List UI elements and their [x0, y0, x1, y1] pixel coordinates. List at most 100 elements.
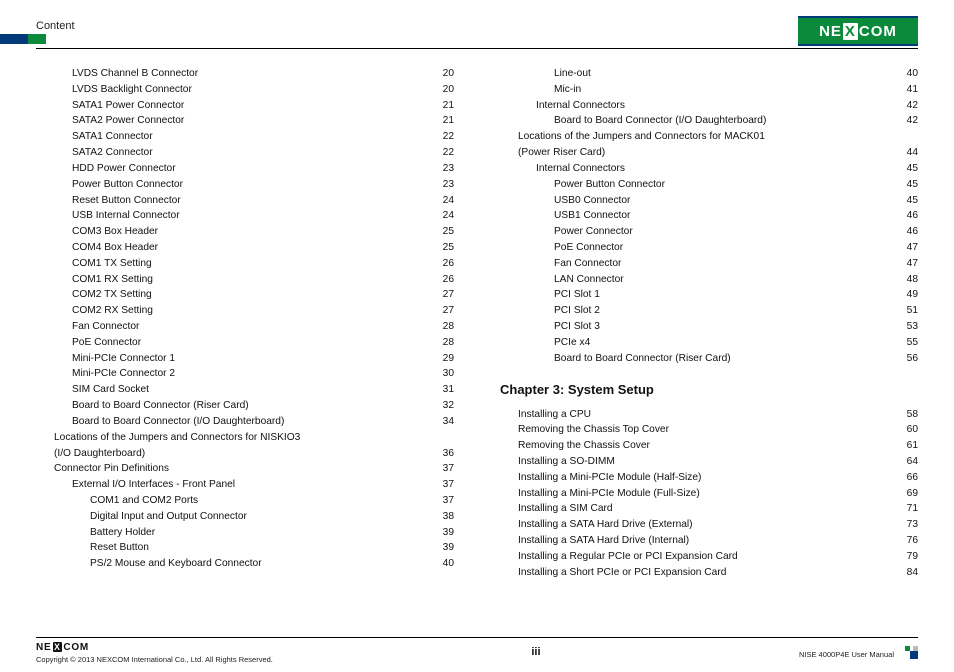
toc-page-number: 45 — [907, 193, 918, 209]
toc-row[interactable]: Power Connector46 — [500, 224, 918, 240]
toc-row[interactable]: (Power Riser Card)44 — [500, 145, 918, 161]
toc-page-number: 22 — [443, 145, 454, 161]
toc-row[interactable]: Board to Board Connector (Riser Card)32 — [36, 398, 454, 414]
toc-row[interactable]: Power Button Connector45 — [500, 177, 918, 193]
toc-row[interactable]: Locations of the Jumpers and Connectors … — [500, 129, 918, 145]
toc-page-number: 46 — [907, 208, 918, 224]
toc-row[interactable]: Board to Board Connector (I/O Daughterbo… — [500, 113, 918, 129]
toc-label: Installing a SATA Hard Drive (Internal) — [518, 533, 689, 549]
footer-copyright: Copyright © 2013 NEXCOM International Co… — [36, 655, 273, 664]
toc-row[interactable]: Installing a Regular PCIe or PCI Expansi… — [500, 549, 918, 565]
toc-row[interactable]: COM1 RX Setting26 — [36, 272, 454, 288]
toc-column-right: Line-out40Mic-in41Internal Connectors42B… — [500, 66, 918, 628]
toc-row[interactable]: Installing a SATA Hard Drive (External)7… — [500, 517, 918, 533]
toc-page-number: 49 — [907, 287, 918, 303]
toc-row[interactable]: Mini-PCIe Connector 230 — [36, 366, 454, 382]
toc-row[interactable]: Installing a Mini-PCIe Module (Half-Size… — [500, 470, 918, 486]
toc-page-number: 61 — [907, 438, 918, 454]
toc-row[interactable]: SATA1 Power Connector21 — [36, 98, 454, 114]
toc-page-number: 45 — [907, 161, 918, 177]
toc-label: Line-out — [554, 66, 591, 82]
toc-row[interactable]: PCIe x455 — [500, 335, 918, 351]
toc-row[interactable]: LVDS Channel B Connector20 — [36, 66, 454, 82]
toc-row[interactable]: LVDS Backlight Connector20 — [36, 82, 454, 98]
toc-label: Mic-in — [554, 82, 581, 98]
toc-row[interactable]: Installing a SO-DIMM64 — [500, 454, 918, 470]
toc-row[interactable]: Board to Board Connector (Riser Card)56 — [500, 351, 918, 367]
toc-label: Removing the Chassis Top Cover — [518, 422, 669, 438]
toc-row[interactable]: Reset Button39 — [36, 540, 454, 556]
toc-label: Connector Pin Definitions — [54, 461, 169, 477]
footer-corner-icon — [900, 645, 918, 659]
toc-page-number: 42 — [907, 98, 918, 114]
toc-label: SATA1 Power Connector — [72, 98, 184, 114]
toc-page-number: 36 — [443, 446, 454, 462]
toc-row[interactable]: Fan Connector28 — [36, 319, 454, 335]
toc-row[interactable]: COM2 TX Setting27 — [36, 287, 454, 303]
toc-label: PS/2 Mouse and Keyboard Connector — [90, 556, 262, 572]
toc-row[interactable]: SATA1 Connector22 — [36, 129, 454, 145]
toc-row[interactable]: LAN Connector48 — [500, 272, 918, 288]
toc-page-number: 55 — [907, 335, 918, 351]
toc-row[interactable]: Mini-PCIe Connector 129 — [36, 351, 454, 367]
toc-row[interactable]: Installing a Short PCIe or PCI Expansion… — [500, 565, 918, 581]
toc-label: COM3 Box Header — [72, 224, 158, 240]
footer-doc-title: NISE 4000P4E User Manual — [799, 650, 894, 659]
toc-row[interactable]: COM1 TX Setting26 — [36, 256, 454, 272]
logo-accent-top — [798, 16, 918, 18]
toc-row[interactable]: Locations of the Jumpers and Connectors … — [36, 430, 454, 446]
toc-row[interactable]: Digital Input and Output Connector38 — [36, 509, 454, 525]
toc-page-number: 31 — [443, 382, 454, 398]
toc-row[interactable]: COM3 Box Header 25 — [36, 224, 454, 240]
toc-row[interactable]: External I/O Interfaces - Front Panel37 — [36, 477, 454, 493]
toc-row[interactable]: SATA2 Power Connector21 — [36, 113, 454, 129]
toc-row[interactable]: PS/2 Mouse and Keyboard Connector40 — [36, 556, 454, 572]
toc-row[interactable]: HDD Power Connector23 — [36, 161, 454, 177]
toc-row[interactable]: PCI Slot 251 — [500, 303, 918, 319]
toc-label: PCI Slot 3 — [554, 319, 600, 335]
toc-row[interactable]: Reset Button Connector24 — [36, 193, 454, 209]
toc-row[interactable]: USB0 Connector45 — [500, 193, 918, 209]
toc-row[interactable]: PCI Slot 353 — [500, 319, 918, 335]
toc-row[interactable]: Internal Connectors 42 — [500, 98, 918, 114]
toc-row[interactable]: COM4 Box Header25 — [36, 240, 454, 256]
toc-label: External I/O Interfaces - Front Panel — [72, 477, 235, 493]
toc-row[interactable]: Installing a SIM Card71 — [500, 501, 918, 517]
toc-row[interactable]: Fan Connector47 — [500, 256, 918, 272]
toc-row[interactable]: Installing a Mini-PCIe Module (Full-Size… — [500, 486, 918, 502]
toc-row[interactable]: Removing the Chassis Cover61 — [500, 438, 918, 454]
toc-label: Power Button Connector — [554, 177, 665, 193]
toc-row[interactable]: Installing a SATA Hard Drive (Internal)7… — [500, 533, 918, 549]
toc-row[interactable]: Installing a CPU58 — [500, 407, 918, 423]
toc-row[interactable]: (I/O Daughterboard)36 — [36, 446, 454, 462]
toc-label: Locations of the Jumpers and Connectors … — [54, 430, 300, 446]
toc-row[interactable]: Connector Pin Definitions37 — [36, 461, 454, 477]
toc-row[interactable]: Battery Holder39 — [36, 525, 454, 541]
toc-page-number: 25 — [443, 224, 454, 240]
header-section-label: Content — [36, 18, 75, 32]
toc-row[interactable]: Internal Connectors45 — [500, 161, 918, 177]
toc-row[interactable]: Line-out40 — [500, 66, 918, 82]
toc-row[interactable]: Power Button Connector23 — [36, 177, 454, 193]
toc-row[interactable]: SIM Card Socket31 — [36, 382, 454, 398]
toc-row[interactable]: USB1 Connector46 — [500, 208, 918, 224]
toc-label: SATA2 Power Connector — [72, 113, 184, 129]
toc-row[interactable]: COM1 and COM2 Ports37 — [36, 493, 454, 509]
toc-row[interactable]: Removing the Chassis Top Cover60 — [500, 422, 918, 438]
toc-row[interactable]: Board to Board Connector (I/O Daughterbo… — [36, 414, 454, 430]
toc-row[interactable]: Mic-in41 — [500, 82, 918, 98]
toc-row[interactable]: PoE Connector47 — [500, 240, 918, 256]
toc-page-number: 32 — [443, 398, 454, 414]
toc-label: Installing a Regular PCIe or PCI Expansi… — [518, 549, 738, 565]
toc-row[interactable]: PoE Connector28 — [36, 335, 454, 351]
toc-label: Internal Connectors — [536, 98, 625, 114]
toc-row[interactable]: PCI Slot 149 — [500, 287, 918, 303]
toc-row[interactable]: USB Internal Connector24 — [36, 208, 454, 224]
chapter-heading: Chapter 3: System Setup — [500, 380, 918, 400]
toc-label: COM1 TX Setting — [72, 256, 152, 272]
toc-page-number: 39 — [443, 540, 454, 556]
toc-label: Installing a Short PCIe or PCI Expansion… — [518, 565, 726, 581]
toc-page-number: 39 — [443, 525, 454, 541]
toc-row[interactable]: COM2 RX Setting27 — [36, 303, 454, 319]
toc-row[interactable]: SATA2 Connector22 — [36, 145, 454, 161]
